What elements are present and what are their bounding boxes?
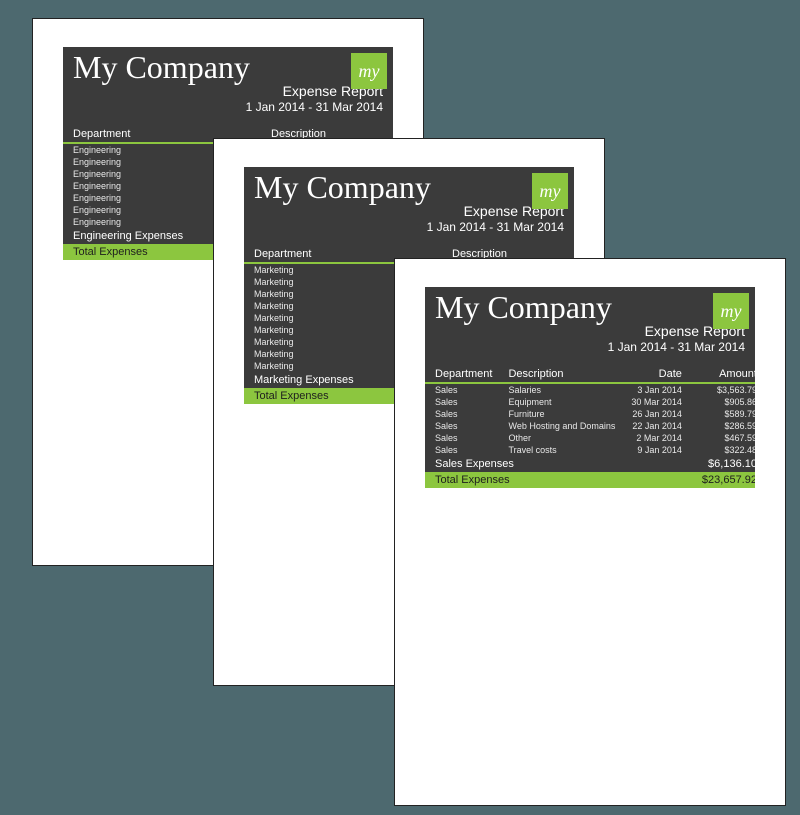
cell-date: 9 Jan 2014 — [621, 444, 692, 456]
company-name: My Company — [435, 291, 745, 325]
cell-amount: $905.86 — [692, 396, 755, 408]
report-date-range: 1 Jan 2014 - 31 Mar 2014 — [435, 340, 745, 354]
logo-icon: my — [713, 293, 749, 329]
subtotal-row: Sales Expenses$6,136.10 — [425, 456, 755, 472]
report-header: My CompanymyExpense Report1 Jan 2014 - 3… — [63, 47, 393, 126]
table-row: SalesFurniture26 Jan 2014$589.79 — [425, 408, 755, 420]
cell-date: 3 Jan 2014 — [621, 383, 692, 396]
cell-dept: Sales — [425, 383, 498, 396]
table-row: SalesWeb Hosting and Domains22 Jan 2014$… — [425, 420, 755, 432]
cell-amount: $322.48 — [692, 444, 755, 456]
cell-desc: Web Hosting and Domains — [498, 420, 621, 432]
cell-desc: Furniture — [498, 408, 621, 420]
cell-date: 22 Jan 2014 — [621, 420, 692, 432]
company-name: My Company — [254, 171, 564, 205]
cell-amount: $3,563.79 — [692, 383, 755, 396]
cell-amount: $589.79 — [692, 408, 755, 420]
document-page: My CompanymyExpense Report1 Jan 2014 - 3… — [394, 258, 786, 806]
cell-date: 30 Mar 2014 — [621, 396, 692, 408]
cell-amount: $286.59 — [692, 420, 755, 432]
report-date-range: 1 Jan 2014 - 31 Mar 2014 — [254, 220, 564, 234]
logo-icon: my — [351, 53, 387, 89]
expense-table: DepartmentDescriptionDateAmountSalesSala… — [425, 366, 755, 488]
cell-dept: Sales — [425, 408, 498, 420]
company-name: My Company — [73, 51, 383, 85]
cell-dept: Sales — [425, 420, 498, 432]
cell-desc: Salaries — [498, 383, 621, 396]
total-value: $23,657.92 — [692, 472, 755, 488]
report-header: My CompanymyExpense Report1 Jan 2014 - 3… — [244, 167, 574, 246]
cell-amount: $467.59 — [692, 432, 755, 444]
column-header-dept: Department — [425, 366, 498, 383]
cell-desc: Other — [498, 432, 621, 444]
total-row: Total Expenses$23,657.92 — [425, 472, 755, 488]
cell-date: 26 Jan 2014 — [621, 408, 692, 420]
report-header: My CompanymyExpense Report1 Jan 2014 - 3… — [425, 287, 755, 366]
cell-dept: Sales — [425, 444, 498, 456]
table-row: SalesTravel costs9 Jan 2014$322.48 — [425, 444, 755, 456]
cell-dept: Sales — [425, 432, 498, 444]
cell-desc: Equipment — [498, 396, 621, 408]
table-row: SalesSalaries3 Jan 2014$3,563.79 — [425, 383, 755, 396]
table-row: SalesEquipment30 Mar 2014$905.86 — [425, 396, 755, 408]
report-date-range: 1 Jan 2014 - 31 Mar 2014 — [73, 100, 383, 114]
cell-desc: Travel costs — [498, 444, 621, 456]
column-header-amount: Amount — [692, 366, 755, 383]
expense-report-panel: My CompanymyExpense Report1 Jan 2014 - 3… — [425, 287, 755, 488]
column-header-desc: Description — [498, 366, 621, 383]
column-header-date: Date — [621, 366, 692, 383]
subtotal-value: $6,136.10 — [692, 456, 755, 472]
subtotal-label: Sales Expenses — [425, 456, 692, 472]
total-label: Total Expenses — [425, 472, 692, 488]
table-row: SalesOther2 Mar 2014$467.59 — [425, 432, 755, 444]
cell-dept: Sales — [425, 396, 498, 408]
logo-icon: my — [532, 173, 568, 209]
cell-date: 2 Mar 2014 — [621, 432, 692, 444]
